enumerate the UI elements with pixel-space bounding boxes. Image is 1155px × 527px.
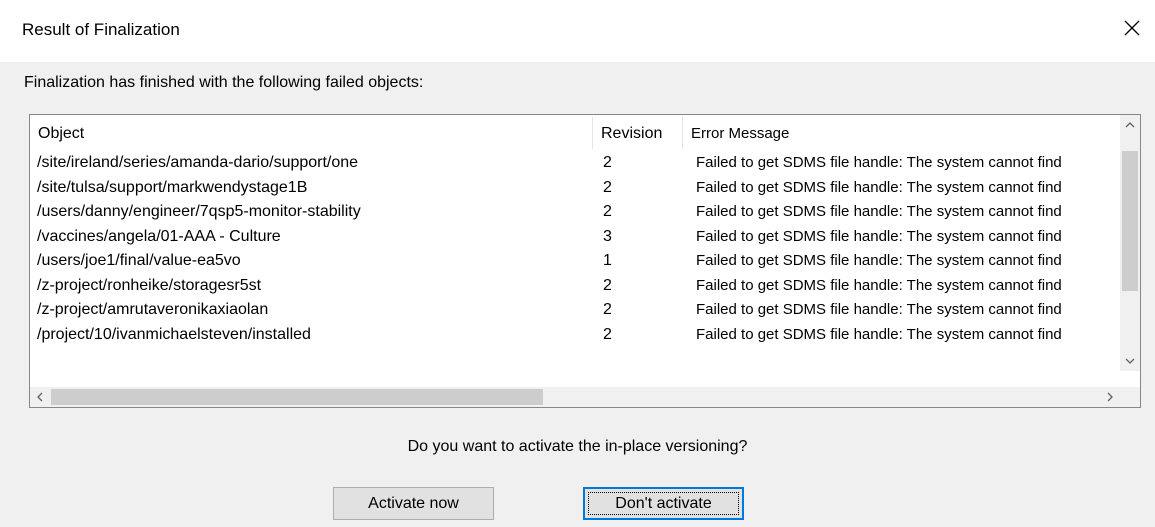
object-cell: /users/joe1/final/value-ea5vo: [37, 252, 241, 269]
error-message-cell: Failed to get SDMS file handle: The syst…: [696, 301, 1062, 318]
column-header-revision[interactable]: Revision: [593, 115, 687, 151]
object-cell: /vaccines/angela/01-AAA - Culture: [37, 227, 281, 245]
horizontal-scroll-thumb[interactable]: [51, 389, 543, 405]
revision-cell: 2: [603, 154, 612, 171]
revision-cell: 3: [603, 227, 612, 245]
revision-cell: 1: [603, 252, 612, 269]
table-row[interactable]: /site/tulsa/support/markwendystage1B 2 Fai…: [30, 176, 1120, 201]
table-row[interactable]: /users/joe1/final/value-ea5vo 1 Failed to …: [30, 249, 1120, 274]
list-rows: /site/ireland/series/amanda-dario/suppor…: [30, 151, 1120, 347]
revision-cell: 2: [603, 325, 612, 343]
close-icon: [1124, 20, 1140, 36]
revision-cell: 2: [603, 301, 612, 318]
table-row[interactable]: /project/10/ivanmichaelsteven/installed 2…: [30, 323, 1120, 348]
list-header: Object Revision Error Message: [30, 115, 1120, 151]
object-cell: /z-project/ronheike/storagesr5st: [37, 276, 262, 294]
revision-cell: 2: [603, 178, 612, 196]
chevron-down-icon: [1125, 358, 1135, 364]
chevron-left-icon: [37, 392, 43, 402]
table-row[interactable]: /z-project/amrutaveronikaxiaolan 2 Failed …: [30, 298, 1120, 323]
scrollbar-corner: [1120, 387, 1140, 407]
error-message-cell: Failed to get SDMS file handle: The syst…: [696, 227, 1062, 245]
activation-question: Do you want to activate the in-place ver…: [407, 438, 748, 455]
dont-activate-button[interactable]: Don't activate: [583, 487, 744, 520]
scroll-down-button[interactable]: [1120, 351, 1140, 371]
result-message: Finalization has finished with the follo…: [24, 74, 424, 91]
table-row[interactable]: /site/ireland/series/amanda-dario/suppor…: [30, 151, 1120, 176]
error-message-cell: Failed to get SDMS file handle: The syst…: [696, 252, 1062, 269]
object-cell: /site/tulsa/support/markwendystage1B: [37, 178, 308, 196]
activate-now-button[interactable]: Activate now: [333, 487, 494, 520]
title-bar: Result of Finalization: [0, 0, 1155, 62]
column-header-object[interactable]: Object: [30, 115, 593, 151]
table-row[interactable]: /vaccines/angela/01-AAA - Culture 3 Failed…: [30, 225, 1120, 250]
error-message-cell: Failed to get SDMS file handle: The syst…: [696, 154, 1062, 171]
object-cell: /project/10/ivanmichaelsteven/installed: [37, 325, 311, 343]
horizontal-scrollbar[interactable]: [30, 387, 1120, 407]
error-message-cell: Failed to get SDMS file handle: The syst…: [696, 325, 1062, 343]
chevron-up-icon: [1125, 122, 1135, 128]
chevron-right-icon: [1107, 392, 1113, 402]
error-message-cell: Failed to get SDMS file handle: The syst…: [696, 203, 1062, 220]
table-row[interactable]: /users/danny/engineer/7qsp5-monitor-stab…: [30, 200, 1120, 225]
column-header-error-message[interactable]: Error Message: [683, 115, 1113, 151]
scroll-left-button[interactable]: [30, 387, 50, 407]
object-cell: /z-project/amrutaveronikaxiaolan: [37, 301, 269, 318]
object-cell: /users/danny/engineer/7qsp5-monitor-stab…: [37, 203, 361, 220]
focus-rectangle: [588, 492, 739, 515]
error-message-cell: Failed to get SDMS file handle: The syst…: [696, 178, 1062, 196]
failed-objects-list[interactable]: Object Revision Error Message /site/irel…: [29, 114, 1141, 408]
revision-cell: 2: [603, 276, 612, 294]
error-message-cell: Failed to get SDMS file handle: The syst…: [696, 276, 1062, 294]
object-cell: /site/ireland/series/amanda-dario/suppor…: [37, 154, 359, 171]
scroll-up-button[interactable]: [1120, 115, 1140, 135]
close-button[interactable]: [1109, 6, 1155, 50]
vertical-scrollbar[interactable]: [1120, 115, 1140, 371]
revision-cell: 2: [603, 203, 612, 220]
scroll-right-button[interactable]: [1100, 387, 1120, 407]
vertical-scroll-thumb[interactable]: [1122, 151, 1138, 291]
table-row[interactable]: /z-project/ronheike/storagesr5st 2 Failed …: [30, 274, 1120, 299]
dialog-title: Result of Finalization: [22, 20, 180, 39]
